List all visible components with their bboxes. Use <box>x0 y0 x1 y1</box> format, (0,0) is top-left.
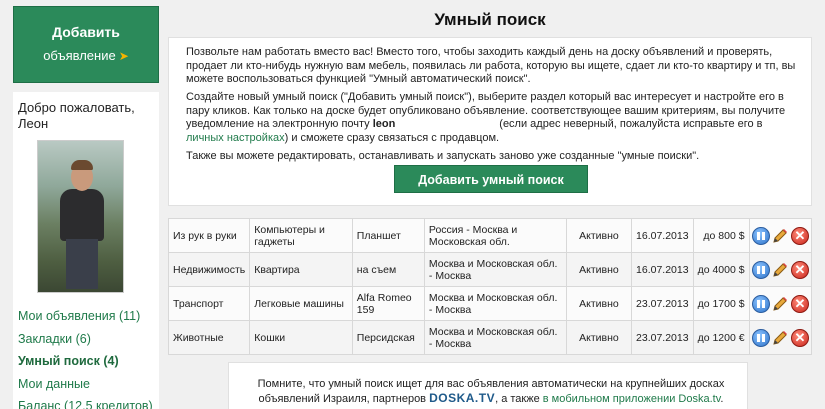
cell-category: Из рук в руки <box>167 218 251 253</box>
delete-icon[interactable]: ✕ <box>790 294 809 313</box>
personal-settings-link[interactable]: личных настройках <box>186 132 285 144</box>
cell-type: на съем <box>351 252 425 287</box>
add-smart-search-button[interactable]: Добавить умный поиск <box>394 165 588 193</box>
cell-status: Активно <box>565 320 633 355</box>
avatar <box>37 140 124 293</box>
table-row: Из рук в руки Компьютеры и гаджеты Планшет… <box>167 218 813 253</box>
cell-type: Планшет <box>351 218 425 253</box>
cell-actions: ✕ <box>748 218 813 253</box>
cell-price: до 1200 € <box>692 320 750 355</box>
edit-pencil-icon[interactable] <box>771 261 789 279</box>
cell-category: Животные <box>167 320 251 355</box>
footer-text: Помните, что умный поиск ищет для вас об… <box>257 378 725 405</box>
delete-icon[interactable]: ✕ <box>790 328 809 347</box>
info-box: Позвольте нам работать вместо вас! Вмест… <box>168 37 812 206</box>
add-ad-button[interactable]: Добавить объявление ➤ <box>13 6 159 83</box>
cell-category: Недвижимость <box>167 252 251 287</box>
instructions-paragraph: Создайте новый умный поиск ("Добавить ум… <box>186 91 786 144</box>
cell-location: Москва и Московская обл. - Москва <box>423 286 567 321</box>
cell-date: 23.07.2013 <box>631 286 694 321</box>
add-ad-label-1: Добавить <box>52 24 120 40</box>
cell-subcategory: Кошки <box>249 320 353 355</box>
mobile-app-link[interactable]: в мобильном приложении Doska.tv <box>543 393 721 405</box>
edit-pencil-icon[interactable] <box>771 227 789 245</box>
cell-price: до 1700 $ <box>692 286 750 321</box>
pause-icon[interactable] <box>751 328 770 347</box>
page-title: Умный поиск <box>434 10 546 29</box>
table-row: Транспорт Легковые машины Alfa Romeo 159 Мо… <box>167 286 813 321</box>
cell-subcategory: Легковые машины <box>249 286 353 321</box>
cell-location: Москва и Московская обл. - Москва <box>423 252 567 287</box>
cell-actions: ✕ <box>748 252 813 287</box>
cell-type: Alfa Romeo 159 <box>351 286 425 321</box>
smart-search-table: Из рук в руки Компьютеры и гаджеты Планшет… <box>167 218 813 355</box>
cell-status: Активно <box>565 252 633 287</box>
cell-price: до 4000 $ <box>692 252 750 287</box>
cell-status: Активно <box>565 286 633 321</box>
sidebar-item-my-ads[interactable]: Мои объявления (11) <box>18 308 158 331</box>
cell-actions: ✕ <box>748 320 813 355</box>
cell-date: 16.07.2013 <box>631 252 694 287</box>
add-ad-label-2: объявление ➤ <box>43 48 129 63</box>
doska-logo: DOSKA.TV <box>429 391 496 405</box>
delete-icon[interactable]: ✕ <box>790 226 809 245</box>
sidebar-menu: Мои объявления (11) Закладки (6) Умный п… <box>18 308 158 409</box>
sidebar-item-bookmarks[interactable]: Закладки (6) <box>18 331 158 354</box>
welcome-text: Добро пожаловать, Леон <box>18 100 135 131</box>
table-row: Животные Кошки Персидская Москва и Московск… <box>167 320 813 355</box>
cell-subcategory: Компьютеры и гаджеты <box>249 218 353 253</box>
pause-icon[interactable] <box>751 226 770 245</box>
pause-icon[interactable] <box>751 260 770 279</box>
cell-date: 23.07.2013 <box>631 320 694 355</box>
user-email: leon <box>372 118 396 130</box>
sidebar-item-balance[interactable]: Баланс (12.5 кредитов) <box>18 398 158 409</box>
cell-category: Транспорт <box>167 286 251 321</box>
intro-paragraph: Позвольте нам работать вместо вас! Вмест… <box>186 46 796 85</box>
delete-icon[interactable]: ✕ <box>790 260 809 279</box>
cell-date: 16.07.2013 <box>631 218 694 253</box>
edit-pencil-icon[interactable] <box>771 329 789 347</box>
cell-status: Активно <box>565 218 633 253</box>
user-panel: Добро пожаловать, Леон Мои объявления (1… <box>13 92 159 409</box>
cell-location: Россия - Москва и Московская обл. <box>423 218 567 253</box>
footer-note: Помните, что умный поиск ищет для вас об… <box>228 362 748 409</box>
cell-price: до 800 $ <box>692 218 750 253</box>
cell-location: Москва и Московская обл. - Москва <box>423 320 567 355</box>
arrow-right-icon: ➤ <box>118 49 129 63</box>
cell-subcategory: Квартира <box>249 252 353 287</box>
sidebar-item-smart-search[interactable]: Умный поиск (4) <box>18 353 158 376</box>
sidebar-item-my-data[interactable]: Мои данные <box>18 376 158 399</box>
cell-type: Персидская <box>351 320 425 355</box>
pause-icon[interactable] <box>751 294 770 313</box>
edit-paragraph: Также вы можете редактировать, останавли… <box>186 150 700 162</box>
table-row: Недвижимость Квартира на съем Москва и Моск… <box>167 252 813 287</box>
cell-actions: ✕ <box>748 286 813 321</box>
edit-pencil-icon[interactable] <box>771 295 789 313</box>
